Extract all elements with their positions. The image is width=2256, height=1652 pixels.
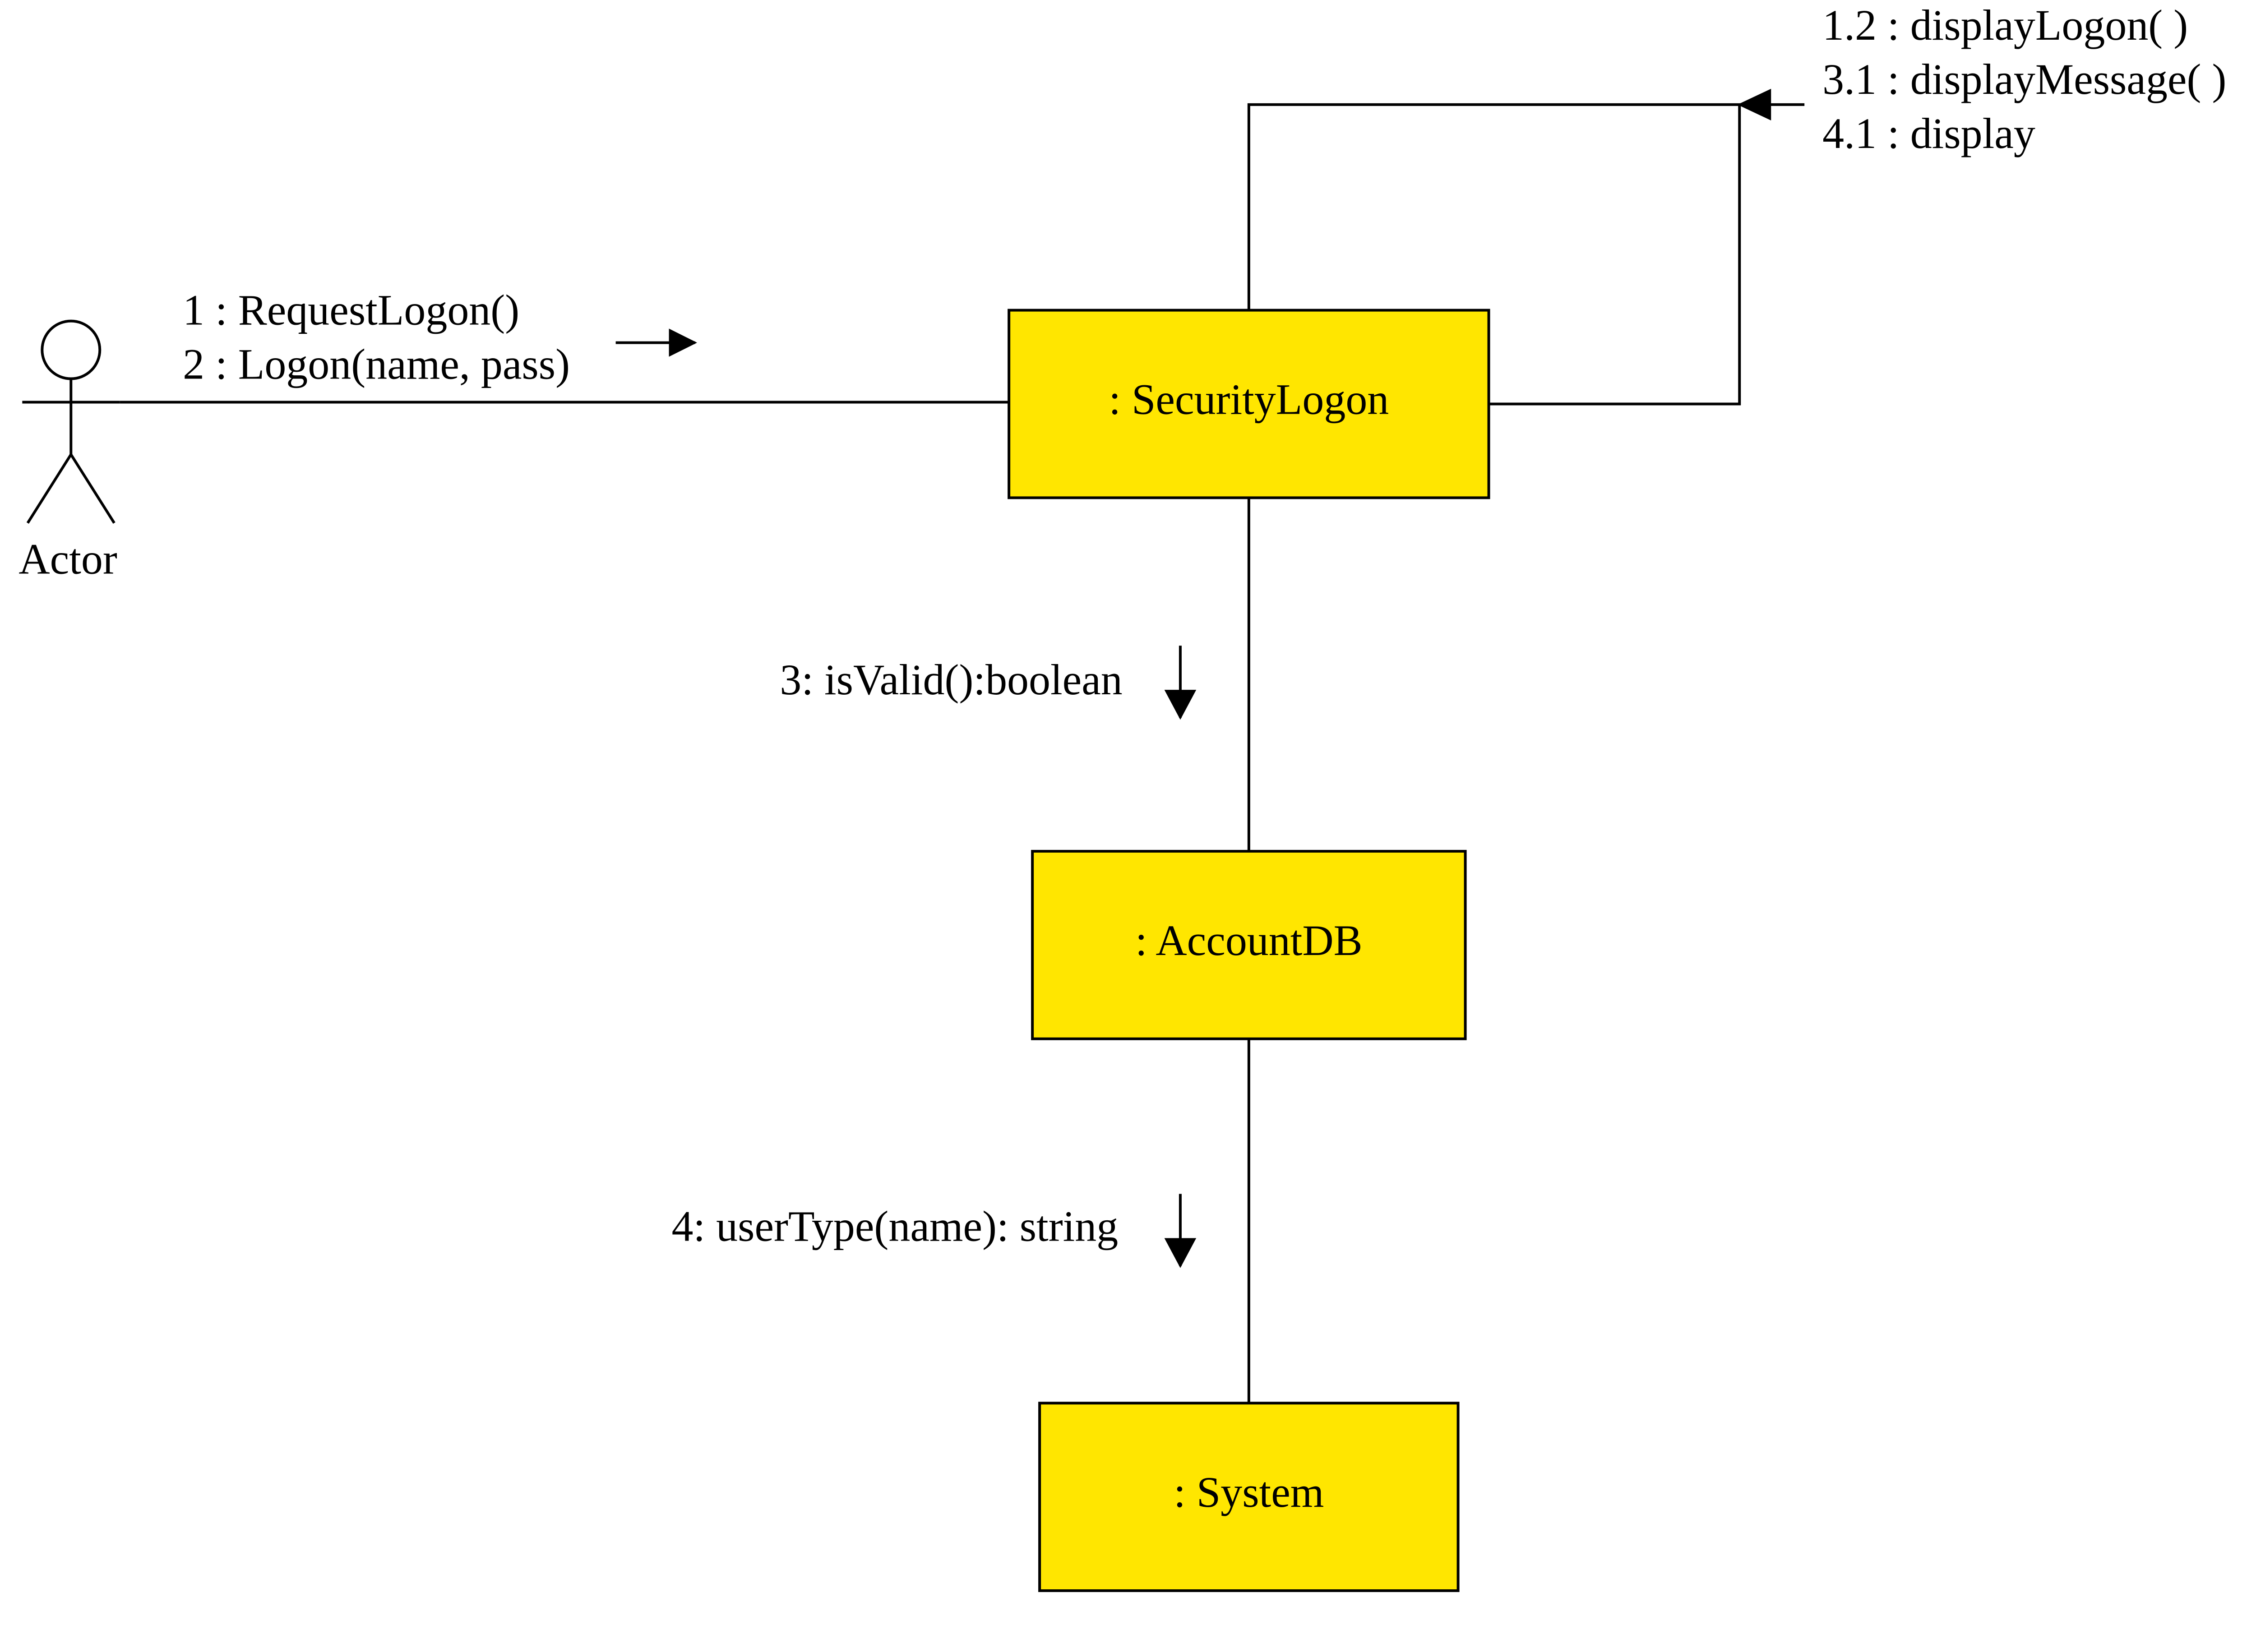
- arrow-self-securitylogon: [1739, 90, 1804, 119]
- actor-figure: [22, 321, 120, 523]
- arrow-securitylogon-to-accountdb: [1166, 646, 1195, 718]
- msg-self-41: 4.1 : display: [1822, 110, 2035, 157]
- arrow-accountdb-to-system: [1166, 1194, 1195, 1266]
- arrow-actor-to-securitylogon: [616, 330, 695, 355]
- msg-1: 1 : RequestLogon(): [183, 286, 519, 334]
- msg-self-31: 3.1 : displayMessage( ): [1822, 55, 2226, 103]
- label-system: : System: [1174, 1468, 1324, 1516]
- msg-2: 2 : Logon(name, pass): [183, 341, 570, 388]
- msg-4: 4: userType(name): string: [672, 1202, 1119, 1250]
- msg-self-12: 1.2 : displayLogon( ): [1822, 1, 2188, 49]
- label-securitylogon: : SecurityLogon: [1109, 376, 1389, 424]
- actor-label: Actor: [18, 535, 117, 583]
- msg-3: 3: isValid():boolean: [780, 656, 1122, 704]
- label-accountdb: : AccountDB: [1135, 917, 1363, 964]
